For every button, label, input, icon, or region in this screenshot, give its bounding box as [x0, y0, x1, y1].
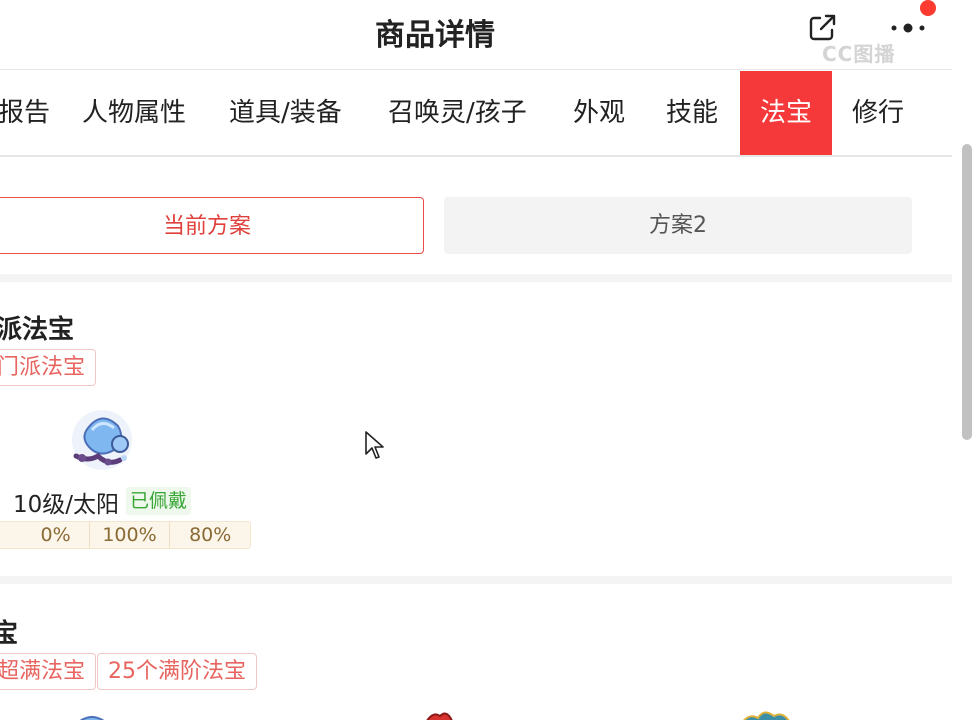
tab-report[interactable]: 报告 [0, 71, 50, 155]
stat-value: 100% [88, 522, 170, 548]
treasure-icon-red[interactable] [410, 706, 470, 720]
full-rank-count-tag: 25个满阶法宝 [97, 653, 257, 690]
tab-cultivation[interactable]: 修行 [852, 71, 904, 155]
treasure-icon-teal[interactable] [734, 706, 794, 720]
page-header: 商品详情 CC图播 [0, 0, 952, 70]
full-treasure-tag: 超满法宝 [0, 653, 97, 690]
tab-summons-children[interactable]: 召唤灵/孩子 [388, 71, 527, 155]
tab-appearance[interactable]: 外观 [573, 71, 625, 155]
page-title: 商品详情 [375, 18, 495, 53]
tab-character-attributes[interactable]: 人物属性 [82, 71, 186, 155]
current-plan-button[interactable]: 当前方案 [0, 197, 424, 254]
stat-value: 80% [169, 522, 250, 548]
scrollbar-thumb[interactable] [962, 144, 972, 440]
equipped-badge: 已佩戴 [126, 487, 192, 515]
plan-2-button[interactable]: 方案2 [444, 197, 912, 254]
tab-magic-treasure[interactable]: 法宝 [740, 71, 832, 155]
treasure-icon-blue[interactable] [62, 706, 122, 720]
category-tabs: 报告 人物属性 道具/装备 召唤灵/孩子 外观 技能 法宝 修行 [0, 71, 952, 157]
tab-items-equipment[interactable]: 道具/装备 [229, 71, 342, 155]
section-divider [0, 274, 952, 282]
sect-treasure-tag: 门派法宝 [0, 349, 97, 386]
section-title-sect-treasure: 派法宝 [0, 315, 75, 345]
section-divider [0, 576, 952, 584]
section-title-treasures: 宝 [0, 619, 19, 649]
notification-dot [920, 0, 936, 16]
treasure-stats-bar: 0% 100% 80% [0, 521, 251, 549]
treasure-level: 10级/太阳 [13, 492, 120, 518]
watermark: CC图播 [822, 42, 896, 66]
stat-value: 0% [40, 524, 71, 546]
tab-skills[interactable]: 技能 [666, 71, 718, 155]
more-dots-icon[interactable] [888, 14, 928, 44]
mouse-cursor-icon [365, 431, 384, 459]
magic-treasure-icon[interactable] [68, 406, 136, 474]
